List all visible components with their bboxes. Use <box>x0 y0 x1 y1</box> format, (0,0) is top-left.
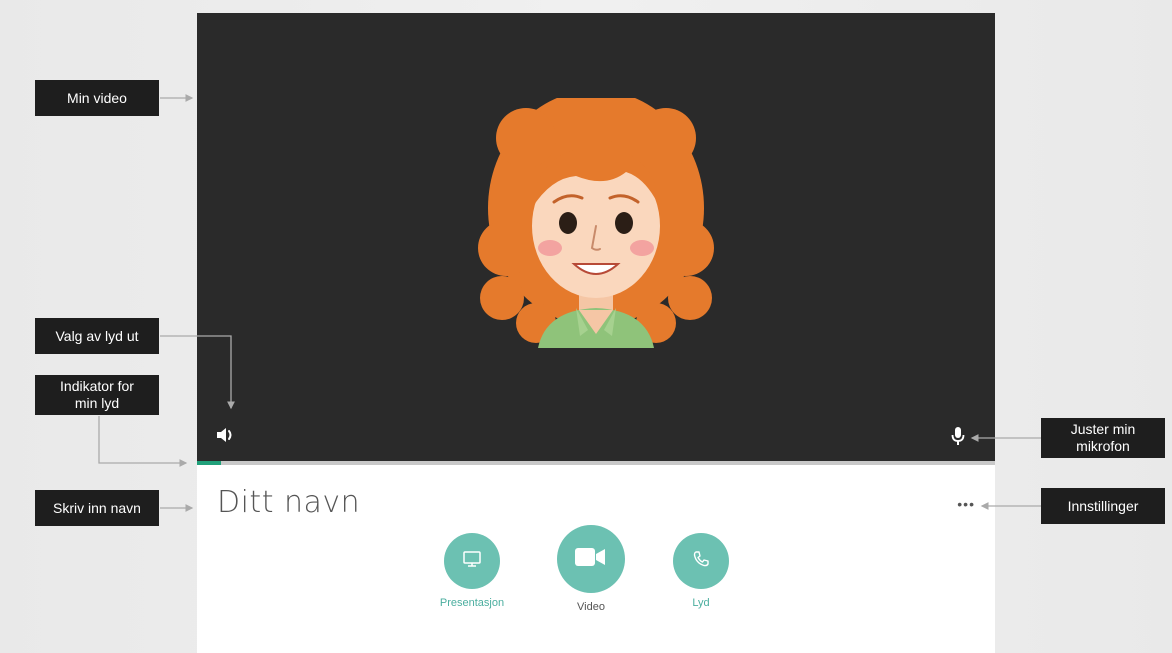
presentation-label: Presentasjon <box>439 597 505 609</box>
callout-audio-indicator: Indikator for min lyd <box>35 375 159 415</box>
avatar-illustration <box>478 98 714 348</box>
callout-audio-out: Valg av lyd ut <box>35 318 159 354</box>
video-preview-window: Ditt navn ••• Presentasjon Video Lyd <box>197 13 995 653</box>
video-camera-icon <box>574 546 608 573</box>
callout-my-video: Min video <box>35 80 159 116</box>
callout-settings: Innstillinger <box>1041 488 1165 524</box>
speaker-icon[interactable] <box>215 426 235 449</box>
audio-label: Lyd <box>692 597 710 609</box>
mic-icon[interactable] <box>951 426 965 451</box>
callout-enter-name: Skriv inn navn <box>35 490 159 526</box>
callout-adjust-mic: Juster min mikrofon <box>1041 418 1165 458</box>
my-video <box>197 13 995 461</box>
name-input[interactable]: Ditt navn <box>217 485 360 520</box>
controls-panel: Ditt navn ••• Presentasjon Video Lyd <box>197 465 995 653</box>
video-button[interactable]: Video <box>554 525 628 613</box>
more-options-button[interactable]: ••• <box>957 496 975 512</box>
audio-button[interactable]: Lyd <box>671 533 731 609</box>
video-label: Video <box>577 601 605 613</box>
presentation-button[interactable]: Presentasjon <box>430 533 514 609</box>
monitor-icon <box>462 550 482 573</box>
phone-icon <box>692 550 710 573</box>
